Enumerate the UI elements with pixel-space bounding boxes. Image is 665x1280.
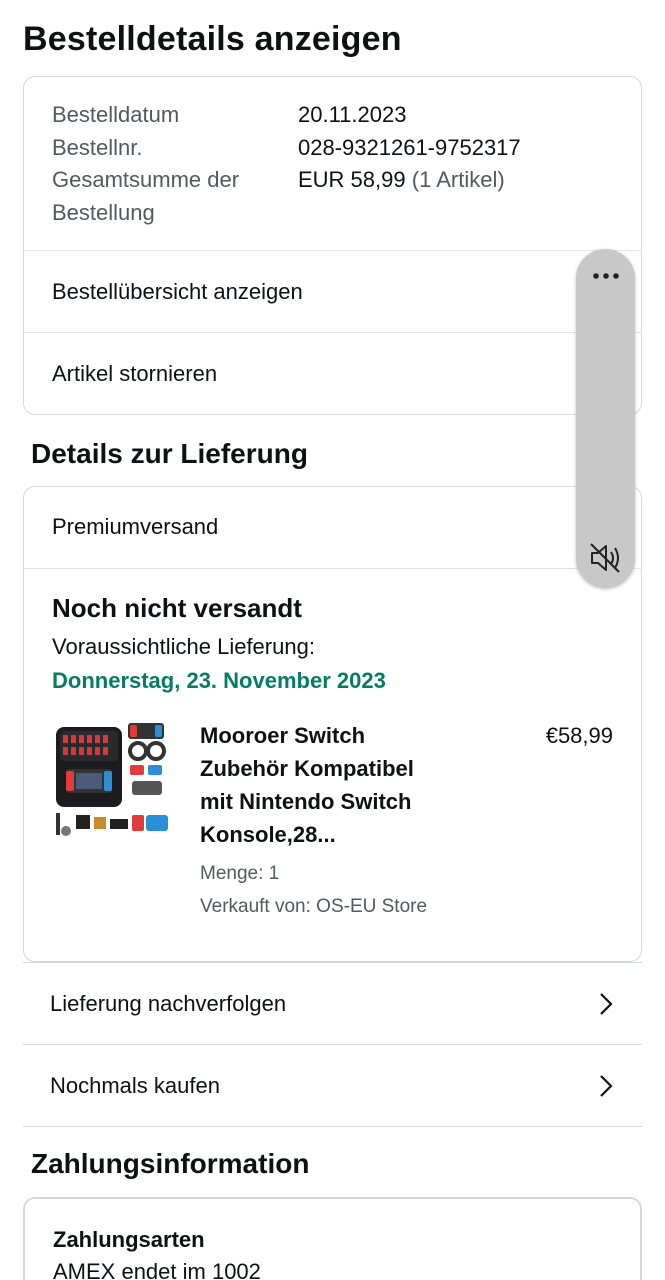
page-title: Bestelldetails anzeigen	[23, 20, 402, 58]
track-package-link[interactable]: Lieferung nachverfolgen	[23, 962, 642, 1044]
cancel-items-label: Artikel stornieren	[52, 360, 218, 386]
order-summary-labels: Bestelldatum Bestellnr. Gesamtsumme der …	[52, 99, 282, 229]
product-quantity: Menge: 1	[200, 863, 280, 884]
product-title-line: mit Nintendo Switch	[200, 789, 412, 814]
delivery-estimate-label: Voraussichtliche Lieferung:	[52, 634, 315, 659]
delivery-section-title: Details zur Lieferung	[31, 438, 308, 469]
buy-again-link[interactable]: Nochmals kaufen	[23, 1044, 642, 1126]
cancel-items-link[interactable]: Artikel stornieren	[24, 332, 641, 414]
payment-methods-label: Zahlungsarten	[53, 1227, 205, 1252]
order-total-label-line2: Bestellung	[52, 199, 155, 225]
order-date-value: 20.11.2023	[298, 102, 407, 127]
order-total-value: EUR 58,99	[298, 167, 406, 192]
product-image[interactable]	[52, 719, 172, 839]
product-title-line: Zubehör Kompatibel	[200, 756, 414, 781]
order-summary-card: Bestelldatum Bestellnr. Gesamtsumme der …	[23, 76, 642, 415]
chevron-right-icon	[600, 993, 613, 1015]
shipping-divider	[24, 568, 641, 569]
payment-card: Zahlungsarten AMEX endet im 1002	[23, 1197, 642, 1280]
delivery-card: Premiumversand Noch nicht versandt Vorau…	[23, 486, 642, 962]
payment-section-title: Zahlungsinformation	[31, 1148, 310, 1179]
shipping-method-row: Premiumversand	[24, 487, 641, 568]
product-price: €58,99	[545, 723, 613, 748]
shipment-status-block: Noch nicht versandt Voraussichtliche Lie…	[52, 593, 622, 694]
list-divider	[23, 1126, 642, 1127]
order-number-label: Bestellnr.	[52, 134, 143, 160]
product-seller: Verkauft von: OS-EU Store	[200, 896, 428, 917]
order-number-value: 028-9321261-9752317	[298, 134, 521, 160]
order-total-label-line1: Gesamtsumme der	[52, 167, 240, 192]
track-package-label: Lieferung nachverfolgen	[50, 990, 287, 1016]
product-title-line: Konsole,28...	[200, 822, 336, 847]
view-order-summary-link[interactable]: Bestellübersicht anzeigen	[24, 250, 641, 332]
product-info: Mooroer Switch Zubehör Kompatibel mit Ni…	[200, 719, 470, 923]
floating-overlay-pill[interactable]	[576, 249, 635, 588]
buy-again-label: Nochmals kaufen	[50, 1072, 220, 1098]
product-title-line: Mooroer Switch	[200, 723, 366, 748]
order-total-line: EUR 58,99 (1 Artikel)	[298, 164, 598, 197]
product-title[interactable]: Mooroer Switch Zubehör Kompatibel mit Ni…	[200, 719, 470, 851]
volume-muted-icon[interactable]	[588, 541, 622, 575]
payment-method-value: AMEX endet im 1002	[53, 1259, 261, 1280]
chevron-right-icon	[600, 1075, 613, 1097]
view-order-summary-label: Bestellübersicht anzeigen	[52, 278, 303, 304]
order-summary-values: 20.11.2023 028-9321261-9752317 EUR 58,99…	[298, 99, 598, 197]
shipping-method-label: Premiumversand	[52, 514, 219, 539]
delivery-estimate-date: Donnerstag, 23. November 2023	[52, 668, 386, 693]
more-options-icon[interactable]	[590, 265, 622, 287]
order-date-label: Bestelldatum	[52, 102, 180, 127]
product-meta: Menge: 1 Verkauft von: OS-EU Store	[200, 857, 470, 923]
order-item-count: (1 Artikel)	[411, 167, 505, 192]
shipment-status: Noch nicht versandt	[52, 593, 302, 623]
